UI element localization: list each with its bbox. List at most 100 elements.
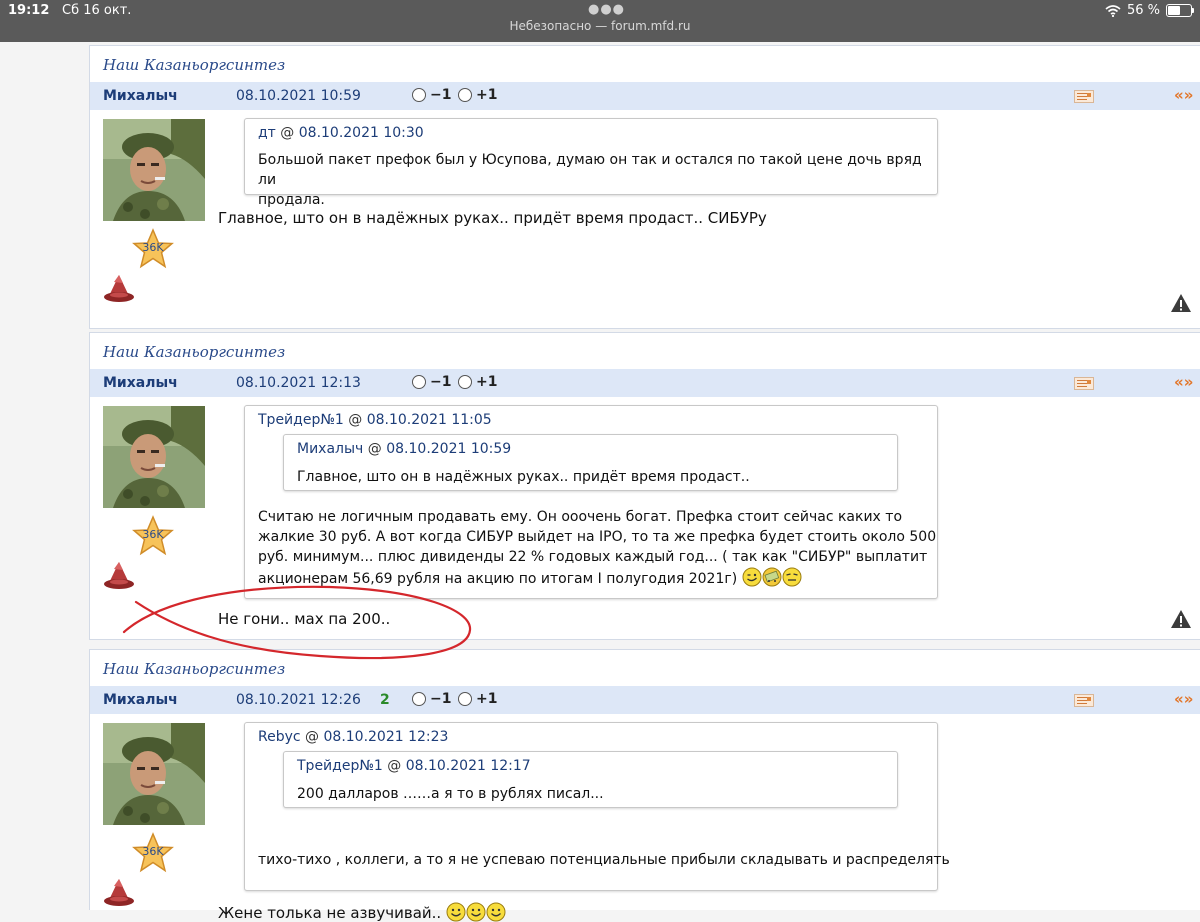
thread-title-link[interactable]: Наш Казаньоргсинтез [103, 56, 285, 74]
quote-line: акционерам 56,69 рубля на акцию по итога… [258, 567, 936, 589]
vote-minus-radio[interactable] [412, 692, 426, 706]
avatar[interactable] [103, 406, 205, 508]
vote-minus-label: −1 [430, 87, 452, 103]
quote-at: @ [387, 758, 402, 774]
quote-button[interactable]: «» [1174, 690, 1193, 708]
vote-plus[interactable]: +1 [458, 691, 497, 707]
reputation-label: 36K [142, 845, 164, 858]
vote-plus[interactable]: +1 [458, 87, 497, 103]
smile-smiley-icon [446, 902, 466, 922]
vote-plus[interactable]: +1 [458, 374, 497, 390]
quote-date-link[interactable]: 08.10.2021 12:23 [324, 729, 449, 745]
status-bar: 19:12 Сб 16 окт. ●●● Небезопасно — forum… [0, 0, 1200, 42]
newspaper-icon[interactable] [1074, 377, 1094, 390]
quote-at: @ [348, 412, 363, 428]
quote-header: дт @ 08.10.2021 10:30 [258, 125, 424, 141]
quote-text: 200 далларов ……а я то в рублях писал... [297, 786, 604, 802]
status-time: 19:12 [8, 3, 50, 18]
avatar[interactable] [103, 119, 205, 221]
report-warning-icon[interactable] [1170, 609, 1192, 629]
post-date-link[interactable]: 08.10.2021 12:26 [236, 692, 361, 708]
sly-smiley-icon [782, 567, 802, 587]
money-smiley-icon [762, 567, 782, 587]
status-date: Сб 16 окт. [62, 3, 132, 18]
quote-header: Rebyc @ 08.10.2021 12:23 [258, 729, 448, 745]
vote-minus-radio[interactable] [412, 88, 426, 102]
newspaper-icon[interactable] [1074, 90, 1094, 103]
quote-date-link[interactable]: 08.10.2021 10:59 [386, 441, 511, 457]
quote-author-link[interactable]: Трейдер№1 [258, 412, 344, 428]
quote-button[interactable]: «» [1174, 86, 1193, 104]
forum-post: Наш Казаньоргсинтез Михалыч 08.10.2021 1… [89, 649, 1200, 922]
avatar[interactable] [103, 723, 205, 825]
reputation-badge: 36K [132, 515, 174, 557]
quote-line: Большой пакет префок был у Юсупова, дума… [258, 152, 922, 188]
quote-author-link[interactable]: Трейдер№1 [297, 758, 383, 774]
quote-line: Считаю не логичным продавать ему. Он ооо… [258, 509, 903, 525]
battery-level [1168, 6, 1180, 15]
reputation-label: 36K [142, 528, 164, 541]
forum-page: Наш Казаньоргсинтез Михалыч 08.10.2021 1… [0, 42, 1200, 922]
quote-date-link[interactable]: 08.10.2021 12:17 [406, 758, 531, 774]
post-author-link[interactable]: Михалыч [103, 692, 178, 708]
quote-line: продала. [258, 192, 325, 208]
quote-at: @ [305, 729, 320, 745]
vote-plus-radio[interactable] [458, 375, 472, 389]
reputation-badge: 36K [132, 228, 174, 270]
quote-line: тихо-тихо , коллеги, а то я не успеваю п… [258, 852, 950, 868]
thread-title-link[interactable]: Наш Казаньоргсинтез [103, 660, 285, 678]
post-date-link[interactable]: 08.10.2021 12:13 [236, 375, 361, 391]
quote-author-link[interactable]: Михалыч [297, 441, 363, 457]
wizard-hat-icon [102, 876, 136, 910]
forum-post: Наш Казаньоргсинтез Михалыч 08.10.2021 1… [89, 45, 1200, 329]
wink-smiley-icon [742, 567, 762, 587]
battery-percent: 56 % [1126, 3, 1160, 18]
post-header: Михалыч 08.10.2021 10:59 −1 +1 «» [90, 82, 1200, 110]
quote-text: Главное, што он в надёжных руках.. придё… [297, 469, 750, 485]
quote-author-link[interactable]: дт [258, 125, 276, 141]
vote-minus[interactable]: −1 [412, 691, 451, 707]
quote-text: тихо-тихо , коллеги, а то я не успеваю п… [258, 850, 950, 870]
quote-button[interactable]: «» [1174, 373, 1193, 391]
post-author-link[interactable]: Михалыч [103, 375, 178, 391]
quote-header: Трейдер№1 @ 08.10.2021 11:05 [258, 412, 492, 428]
quote-line-text: акционерам 56,69 рубля на акцию по итога… [258, 571, 738, 587]
vote-plus-label: +1 [476, 374, 498, 390]
nested-quote-block: Трейдер№1 @ 08.10.2021 12:17 200 далларо… [283, 751, 898, 808]
vote-minus-radio[interactable] [412, 375, 426, 389]
vote-plus-label: +1 [476, 691, 498, 707]
quote-line: руб. минимум... плюс дивиденды 22 % годо… [258, 549, 928, 565]
quote-header: Трейдер№1 @ 08.10.2021 12:17 [297, 758, 531, 774]
post-message-text: Жене толька не азвучивай.. [218, 904, 442, 922]
forum-post: Наш Казаньоргсинтез Михалыч 08.10.2021 1… [89, 332, 1200, 640]
battery-icon [1166, 4, 1194, 17]
post-author-link[interactable]: Михалыч [103, 88, 178, 104]
quote-block: дт @ 08.10.2021 10:30 Большой пакет преф… [244, 118, 938, 208]
vote-plus-radio[interactable] [458, 692, 472, 706]
reputation-label: 36K [142, 241, 164, 254]
wizard-hat-icon [102, 559, 136, 593]
post-message: Жене толька не азвучивай.. [218, 902, 506, 922]
newspaper-icon[interactable] [1074, 694, 1094, 707]
quote-at: @ [367, 441, 382, 457]
vote-minus[interactable]: −1 [412, 374, 451, 390]
quote-author-link[interactable]: Rebyc [258, 729, 301, 745]
thread-title-link[interactable]: Наш Казаньоргсинтез [103, 343, 285, 361]
vote-plus-label: +1 [476, 87, 498, 103]
report-warning-icon[interactable] [1170, 293, 1192, 313]
quote-date-link[interactable]: 08.10.2021 11:05 [367, 412, 492, 428]
address-bar[interactable]: Небезопасно — forum.mfd.ru [0, 19, 1200, 33]
vote-minus[interactable]: −1 [412, 87, 451, 103]
quote-text: Считаю не логичным продавать ему. Он ооо… [258, 507, 936, 589]
status-right: 56 % [1105, 3, 1194, 18]
post-message: Не гони.. мах па 200.. [218, 610, 391, 628]
quote-block: Rebyc @ 08.10.2021 12:23 Трейдер№1 @ 08.… [244, 722, 950, 891]
vote-plus-radio[interactable] [458, 88, 472, 102]
smile-smiley-icon [486, 902, 506, 922]
quote-text: Большой пакет префок был у Юсупова, дума… [258, 150, 937, 210]
quote-block: Трейдер№1 @ 08.10.2021 11:05 Михалыч @ 0… [244, 405, 938, 599]
post-date-link[interactable]: 08.10.2021 10:59 [236, 88, 361, 104]
quote-date-link[interactable]: 08.10.2021 10:30 [299, 125, 424, 141]
post-header: Михалыч 08.10.2021 12:26 2 −1 +1 «» [90, 686, 1200, 714]
more-icon[interactable]: ●●● [588, 2, 625, 17]
